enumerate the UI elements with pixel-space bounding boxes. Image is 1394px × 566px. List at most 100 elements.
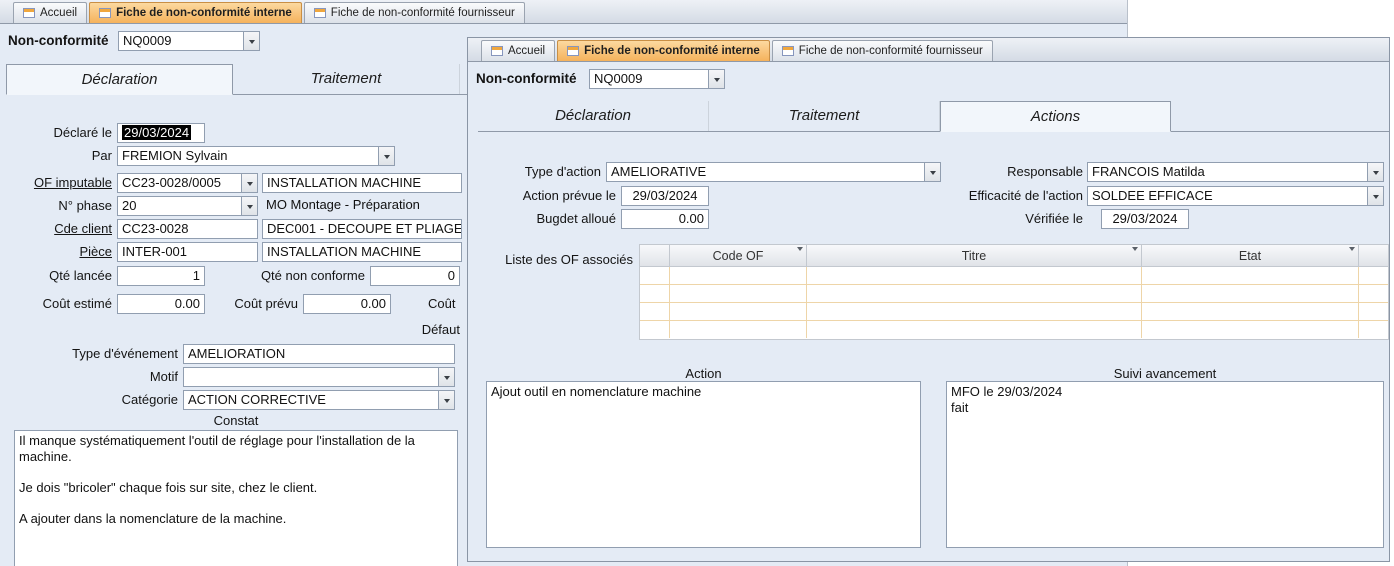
of-imputable-label[interactable]: OF imputable bbox=[0, 173, 112, 193]
column-dropdown-icon[interactable] bbox=[797, 247, 803, 268]
dropdown-arrow-icon[interactable] bbox=[438, 391, 454, 409]
declared-by-combo[interactable]: FREMION Sylvain bbox=[117, 146, 395, 166]
dropdown-arrow-icon[interactable] bbox=[241, 174, 257, 192]
customer-order-field[interactable]: CC23-0028 bbox=[117, 219, 258, 239]
declared-on-label: Déclaré le bbox=[53, 125, 112, 140]
finding-textarea[interactable]: Il manque systématiquement l'outil de ré… bbox=[14, 430, 458, 566]
tab-declaration[interactable]: Déclaration bbox=[478, 101, 709, 131]
row-selector-cell[interactable] bbox=[640, 267, 670, 284]
row-selector-header[interactable] bbox=[640, 245, 670, 267]
datasheet-cell[interactable] bbox=[1142, 267, 1359, 284]
dropdown-arrow-icon[interactable] bbox=[1367, 187, 1383, 205]
doc-tab-accueil[interactable]: Accueil bbox=[481, 40, 556, 61]
column-header-new[interactable] bbox=[1359, 245, 1388, 267]
verified-date-label: Vérifiée le bbox=[1025, 211, 1083, 226]
planned-date-field[interactable]: 29/03/2024 bbox=[621, 186, 709, 206]
piece-field[interactable]: INTER-001 bbox=[117, 242, 258, 262]
progress-textarea[interactable]: MFO le 29/03/2024 fait bbox=[946, 381, 1384, 548]
cost-estimated-field[interactable]: 0.00 bbox=[117, 294, 205, 314]
action-textarea[interactable]: Ajout outil en nomenclature machine bbox=[486, 381, 921, 548]
event-type-field[interactable]: AMELIORATION bbox=[183, 344, 455, 364]
datasheet-cell[interactable] bbox=[1142, 285, 1359, 302]
doc-tab-fiche-fournisseur[interactable]: Fiche de non-conformité fournisseur bbox=[303, 2, 525, 23]
tab-traitement[interactable]: Traitement bbox=[233, 64, 460, 94]
datasheet-cell[interactable] bbox=[1359, 285, 1388, 302]
qty-launched-field[interactable]: 1 bbox=[117, 266, 205, 286]
datasheet-cell[interactable] bbox=[670, 303, 807, 320]
column-header-etat[interactable]: Etat bbox=[1142, 245, 1359, 268]
declared-by-label: Par bbox=[91, 148, 112, 163]
finding-label: Constat bbox=[213, 413, 259, 428]
of-imputable-combo[interactable]: CC23-0028/0005 bbox=[117, 173, 258, 193]
datasheet-cell[interactable] bbox=[670, 321, 807, 338]
tab-declaration[interactable]: Déclaration bbox=[6, 64, 233, 95]
doc-tab-accueil[interactable]: Accueil bbox=[13, 2, 88, 23]
customer-order-label[interactable]: Cde client bbox=[0, 219, 112, 239]
effectiveness-combo[interactable]: SOLDEE EFFICACE bbox=[1087, 186, 1384, 206]
dropdown-arrow-icon[interactable] bbox=[924, 163, 940, 181]
of-imputable-title-field[interactable]: INSTALLATION MACHINE bbox=[262, 173, 462, 193]
datasheet-cell[interactable] bbox=[807, 303, 1142, 320]
dropdown-arrow-icon[interactable] bbox=[708, 70, 724, 88]
action-type-combo[interactable]: AMELIORATIVE bbox=[606, 162, 941, 182]
doc-tab-fiche-interne[interactable]: Fiche de non-conformité interne bbox=[557, 40, 770, 61]
cost-planned-label: Coût prévu bbox=[234, 296, 298, 311]
category-combo[interactable]: ACTION CORRECTIVE bbox=[183, 390, 455, 410]
combo-value: AMELIORATIVE bbox=[611, 164, 707, 179]
dropdown-arrow-icon[interactable] bbox=[241, 197, 257, 215]
nonconformity-number-combo[interactable]: NQ0009 bbox=[589, 69, 725, 89]
datasheet-cell[interactable] bbox=[1142, 303, 1359, 320]
datasheet-cell[interactable] bbox=[670, 267, 807, 284]
datasheet-cell[interactable] bbox=[1359, 321, 1388, 338]
defect-label: Défaut bbox=[421, 322, 460, 337]
dropdown-arrow-icon[interactable] bbox=[1367, 163, 1383, 181]
doc-tab-label: Fiche de non-conformité interne bbox=[116, 7, 292, 19]
combo-value: NQ0009 bbox=[594, 71, 643, 86]
datasheet-cell[interactable] bbox=[807, 321, 1142, 338]
column-dropdown-icon[interactable] bbox=[1349, 247, 1355, 268]
datasheet-cell[interactable] bbox=[1142, 321, 1359, 338]
piece-label[interactable]: Pièce bbox=[0, 242, 112, 262]
verified-date-field[interactable]: 29/03/2024 bbox=[1101, 209, 1189, 229]
dropdown-arrow-icon[interactable] bbox=[243, 32, 259, 50]
doc-tab-label: Fiche de non-conformité interne bbox=[584, 45, 760, 57]
column-header-code-of[interactable]: Code OF bbox=[670, 245, 807, 268]
doc-tab-label: Fiche de non-conformité fournisseur bbox=[330, 7, 515, 19]
datasheet-cell[interactable] bbox=[807, 267, 1142, 284]
datasheet-row bbox=[640, 321, 1388, 339]
dropdown-arrow-icon[interactable] bbox=[378, 147, 394, 165]
responsible-combo[interactable]: FRANCOIS Matilda bbox=[1087, 162, 1384, 182]
row-selector-cell[interactable] bbox=[640, 321, 670, 338]
dropdown-arrow-icon[interactable] bbox=[438, 368, 454, 386]
declared-on-field[interactable]: 29/03/2024 bbox=[117, 123, 205, 143]
combo-value bbox=[184, 368, 438, 386]
datasheet-cell[interactable] bbox=[1359, 267, 1388, 284]
piece-title-field[interactable]: INSTALLATION MACHINE bbox=[262, 242, 462, 262]
form-icon bbox=[313, 8, 326, 18]
datasheet-cell[interactable] bbox=[1359, 303, 1388, 320]
datasheet-cell[interactable] bbox=[670, 285, 807, 302]
tab-traitement[interactable]: Traitement bbox=[709, 101, 940, 131]
cost-planned-field[interactable]: 0.00 bbox=[303, 294, 391, 314]
phase-combo[interactable]: 20 bbox=[117, 196, 258, 216]
nonconformity-number-combo[interactable]: NQ0009 bbox=[118, 31, 260, 51]
datasheet-row bbox=[640, 267, 1388, 285]
datasheet-cell[interactable] bbox=[807, 285, 1142, 302]
budget-field[interactable]: 0.00 bbox=[621, 209, 709, 229]
tab-actions[interactable]: Actions bbox=[940, 101, 1171, 132]
column-header-titre[interactable]: Titre bbox=[807, 245, 1142, 268]
column-header-label: Titre bbox=[961, 248, 987, 263]
doc-tab-fiche-interne[interactable]: Fiche de non-conformité interne bbox=[89, 2, 302, 23]
doc-tab-label: Fiche de non-conformité fournisseur bbox=[798, 45, 983, 57]
row-selector-cell[interactable] bbox=[640, 285, 670, 302]
column-dropdown-icon[interactable] bbox=[1132, 247, 1138, 268]
qty-launched-label: Qté lancée bbox=[49, 268, 112, 283]
doc-tab-fiche-fournisseur[interactable]: Fiche de non-conformité fournisseur bbox=[771, 40, 993, 61]
reason-label: Motif bbox=[149, 369, 178, 384]
combo-value: 20 bbox=[122, 198, 137, 213]
qty-nonconforming-label: Qté non conforme bbox=[260, 268, 365, 283]
customer-order-title-field[interactable]: DEC001 - DECOUPE ET PLIAGE bbox=[262, 219, 462, 239]
row-selector-cell[interactable] bbox=[640, 303, 670, 320]
qty-nonconforming-field[interactable]: 0 bbox=[370, 266, 460, 286]
reason-combo[interactable] bbox=[183, 367, 455, 387]
